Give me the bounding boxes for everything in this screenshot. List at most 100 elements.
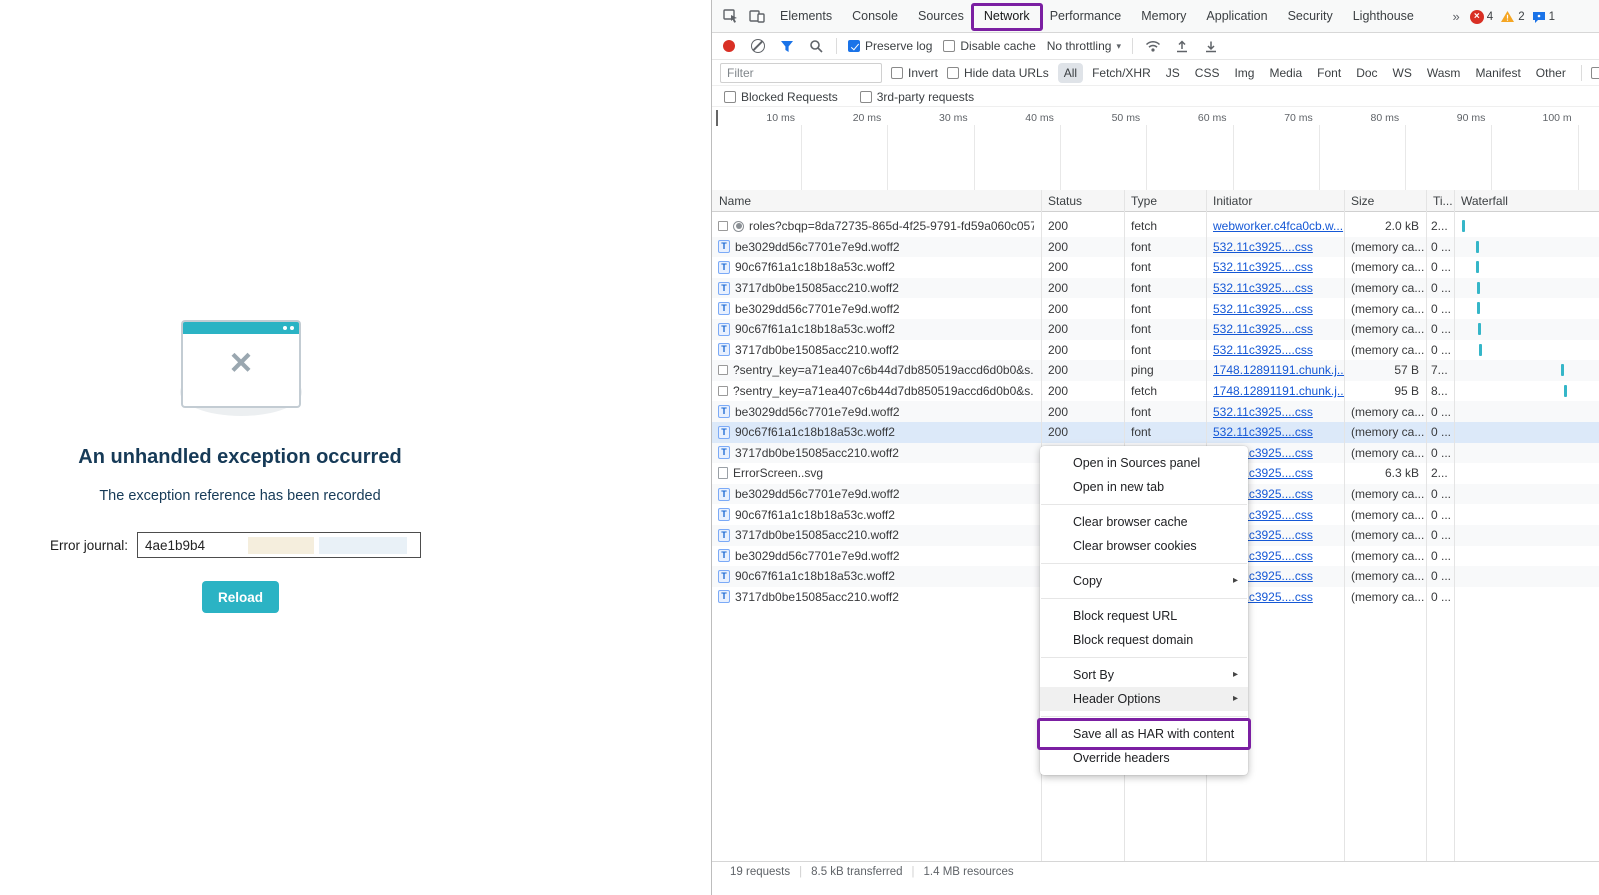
invert-checkbox[interactable]: Invert bbox=[891, 66, 938, 80]
reload-button[interactable]: Reload bbox=[202, 581, 279, 613]
device-toolbar-icon[interactable] bbox=[744, 4, 770, 28]
table-row[interactable]: Tbe3029dd56c7701e7e9d.woff2 200 font 532.11… bbox=[712, 236, 1599, 258]
filter-chip-doc[interactable]: Doc bbox=[1350, 63, 1383, 83]
filter-input[interactable] bbox=[720, 63, 882, 83]
table-row[interactable]: T 3717db0be15085acc210.woff2 200 font 532.11… bbox=[712, 277, 1599, 299]
initiator-link[interactable]: 532.11c3925....css bbox=[1213, 302, 1313, 316]
import-har-button[interactable] bbox=[1173, 37, 1191, 55]
table-row[interactable]: Tbe3029dd56c7701e7e9d.woff2 200 font 532.11… bbox=[712, 401, 1599, 422]
tab-sources[interactable]: Sources bbox=[908, 0, 974, 33]
filter-chip-wasm[interactable]: Wasm bbox=[1421, 63, 1467, 83]
filter-chip-fetch-xhr[interactable]: Fetch/XHR bbox=[1086, 63, 1157, 83]
error-journal-input[interactable]: 4ae1b9b4 bbox=[137, 532, 421, 558]
menu-item-open-in-new-tab[interactable]: Open in new tab bbox=[1040, 475, 1248, 499]
menu-item-clear-browser-cookies[interactable]: Clear browser cookies bbox=[1040, 534, 1248, 558]
tab-application[interactable]: Application bbox=[1196, 0, 1277, 33]
menu-item-sort-by[interactable]: Sort By ▸ bbox=[1040, 663, 1248, 687]
request-checkbox[interactable] bbox=[718, 365, 728, 376]
column-header-waterfall[interactable]: Waterfall bbox=[1454, 194, 1599, 208]
table-row[interactable]: ?sentry_key=a71ea407c6b44d7db850519accd6… bbox=[712, 381, 1599, 402]
table-row[interactable]: roles?cbqp=8da72735-865d-4f25-9791-fd59a… bbox=[712, 216, 1599, 237]
more-tabs-icon[interactable]: » bbox=[1453, 9, 1460, 24]
filter-chip-ws[interactable]: WS bbox=[1387, 63, 1418, 83]
column-header-status[interactable]: Status bbox=[1041, 194, 1124, 208]
initiator-link[interactable]: 532.11c3925....css bbox=[1213, 281, 1313, 295]
blocked-requests-checkbox[interactable]: Blocked Requests bbox=[724, 90, 838, 104]
menu-item-save-all-as-har-with-content[interactable]: Save all as HAR with content bbox=[1037, 718, 1251, 750]
clear-network-log-button[interactable] bbox=[749, 37, 767, 55]
initiator-link[interactable]: 532.11c3925....css bbox=[1213, 240, 1313, 254]
request-name: 90c67f61a1c18b18a53c.woff2 bbox=[735, 569, 895, 584]
menu-item-override-headers[interactable]: Override headers bbox=[1040, 746, 1248, 770]
search-button[interactable] bbox=[807, 37, 825, 55]
menu-item-block-request-url[interactable]: Block request URL bbox=[1040, 604, 1248, 628]
filter-chip-img[interactable]: Img bbox=[1228, 63, 1260, 83]
status-item[interactable]: 19 requests bbox=[730, 866, 790, 878]
tab-performance[interactable]: Performance bbox=[1040, 0, 1132, 33]
initiator-link[interactable]: 1748.12891191.chunk.j... bbox=[1213, 384, 1344, 398]
tab-memory[interactable]: Memory bbox=[1131, 0, 1196, 33]
column-header-name[interactable]: Name bbox=[712, 194, 1041, 208]
menu-item-block-request-domain[interactable]: Block request domain bbox=[1040, 628, 1248, 652]
menu-item-open-in-sources-panel[interactable]: Open in Sources panel bbox=[1040, 451, 1248, 475]
record-network-log-button[interactable] bbox=[720, 37, 738, 55]
tab-console[interactable]: Console bbox=[842, 0, 908, 33]
status-item[interactable]: 8.5 kB transferred bbox=[811, 866, 902, 878]
font-file-icon: T bbox=[718, 425, 730, 439]
third-party-requests-checkbox[interactable]: 3rd-party requests bbox=[859, 90, 974, 104]
initiator-link[interactable]: 532.11c3925....css bbox=[1213, 260, 1313, 274]
table-row[interactable]: T 90c67f61a1c18b18a53c.woff2 200 font 532.11… bbox=[712, 257, 1599, 278]
disable-cache-checkbox[interactable]: Disable cache bbox=[943, 39, 1036, 53]
menu-item-header-options[interactable]: Header Options ▸ bbox=[1040, 687, 1248, 711]
filter-chip-js[interactable]: JS bbox=[1160, 63, 1186, 83]
preserve-log-checkbox[interactable]: Preserve log bbox=[848, 39, 932, 53]
initiator-link[interactable]: 532.11c3925....css bbox=[1213, 322, 1313, 336]
status-item[interactable]: 1.4 MB resources bbox=[924, 866, 1014, 878]
table-row[interactable]: Tbe3029dd56c7701e7e9d.woff2 200 font 532.11… bbox=[712, 298, 1599, 319]
export-har-button[interactable] bbox=[1202, 37, 1220, 55]
filter-chip-other[interactable]: Other bbox=[1530, 63, 1572, 83]
tab-lighthouse[interactable]: Lighthouse bbox=[1343, 0, 1424, 33]
filter-chip-manifest[interactable]: Manifest bbox=[1469, 63, 1526, 83]
tab-network[interactable]: Network bbox=[970, 0, 1043, 33]
hide-data-urls-checkbox[interactable]: Hide data URLs bbox=[947, 66, 1049, 80]
type-cell: fetch bbox=[1131, 219, 1158, 234]
filter-chip-css[interactable]: CSS bbox=[1189, 63, 1226, 83]
console-warnings-badge[interactable]: 2 bbox=[1500, 10, 1525, 23]
menu-item-clear-browser-cache[interactable]: Clear browser cache bbox=[1040, 510, 1248, 534]
initiator-link[interactable]: 1748.12891191.chunk.j... bbox=[1213, 363, 1344, 377]
initiator-link[interactable]: 532.11c3925....css bbox=[1213, 425, 1313, 439]
request-checkbox[interactable] bbox=[718, 221, 728, 232]
tab-label: Network bbox=[983, 8, 1030, 23]
column-header-size[interactable]: Size bbox=[1344, 194, 1426, 208]
file-icon bbox=[718, 467, 728, 480]
menu-item-copy[interactable]: Copy ▸ bbox=[1040, 569, 1248, 593]
filter-chip-media[interactable]: Media bbox=[1263, 63, 1308, 83]
table-row[interactable]: T 90c67f61a1c18b18a53c.woff2 200 font 532.11… bbox=[712, 318, 1599, 340]
network-conditions-button[interactable] bbox=[1144, 37, 1162, 55]
filter-chip-font[interactable]: Font bbox=[1311, 63, 1347, 83]
issues-badge[interactable]: 1 bbox=[1532, 11, 1555, 23]
request-checkbox[interactable] bbox=[718, 386, 728, 397]
table-row[interactable]: T 90c67f61a1c18b18a53c.woff2 200 font 532.11… bbox=[712, 421, 1599, 443]
table-row[interactable]: ?sentry_key=a71ea407c6b44d7db850519accd6… bbox=[712, 360, 1599, 381]
tab-security[interactable]: Security bbox=[1278, 0, 1343, 33]
tab-elements[interactable]: Elements bbox=[770, 0, 842, 33]
has-blocked-cookies-checkbox[interactable]: Has block bbox=[1590, 66, 1599, 80]
column-header-initiator[interactable]: Initiator bbox=[1206, 194, 1344, 208]
console-errors-badge[interactable]: × 4 bbox=[1469, 9, 1493, 24]
size-cell: (memory ca... bbox=[1351, 528, 1425, 543]
filter-chip-all[interactable]: All bbox=[1057, 63, 1084, 83]
filter-toggle-button[interactable] bbox=[778, 37, 796, 55]
table-row[interactable]: T 3717db0be15085acc210.woff2 200 font 532.11… bbox=[712, 340, 1599, 361]
column-header-ti[interactable]: Ti... bbox=[1426, 194, 1454, 208]
initiator-link[interactable]: webworker.c4fca0cb.w... bbox=[1213, 219, 1343, 233]
font-file-icon: T bbox=[718, 322, 730, 336]
column-header-type[interactable]: Type bbox=[1124, 194, 1206, 208]
throttling-select[interactable]: No throttling ▾ bbox=[1047, 39, 1121, 53]
inspect-element-icon[interactable] bbox=[718, 4, 744, 28]
status-cell: 200 bbox=[1048, 363, 1069, 378]
timeline-overview[interactable]: 10 ms 20 ms 30 ms 40 ms 50 ms 60 ms 70 ms 80 ms… bbox=[712, 107, 1599, 191]
initiator-link[interactable]: 532.11c3925....css bbox=[1213, 405, 1313, 419]
initiator-link[interactable]: 532.11c3925....css bbox=[1213, 343, 1313, 357]
